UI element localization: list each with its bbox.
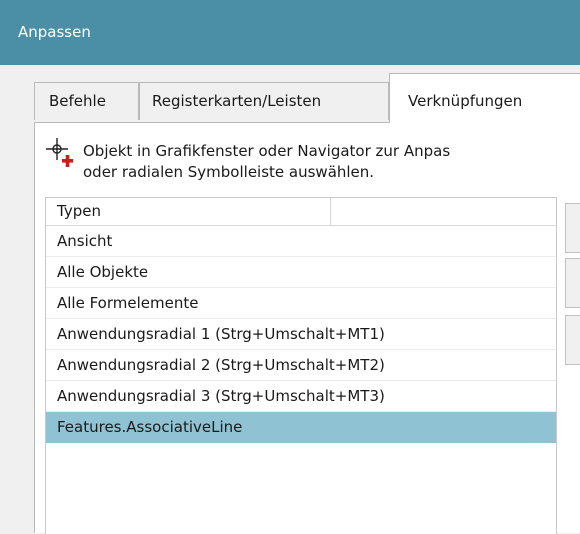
window-title: Anpassen xyxy=(18,23,91,41)
tab-label: Befehle xyxy=(49,92,106,110)
column-header-2[interactable] xyxy=(331,198,556,226)
list-item[interactable]: Alle Objekte xyxy=(46,257,556,288)
hint-line-1: Objekt in Grafikfenster oder Navigator z… xyxy=(83,142,451,160)
select-cursor-icon xyxy=(46,138,73,167)
side-button-2[interactable] xyxy=(565,258,580,308)
side-button-3[interactable] xyxy=(565,315,580,365)
list-item-selected[interactable]: Features.AssociativeLine xyxy=(46,412,556,443)
column-header-typen[interactable]: Typen xyxy=(46,198,331,226)
tab-verknuepfungen[interactable]: Verknüpfungen xyxy=(389,73,580,123)
hint-line-2: oder radialen Symbolleiste auswählen. xyxy=(83,163,375,181)
tab-label: Registerkarten/Leisten xyxy=(152,92,322,110)
list-item[interactable]: Ansicht xyxy=(46,226,556,257)
list-item[interactable]: Alle Formelemente xyxy=(46,288,556,319)
list-item[interactable]: Anwendungsradial 2 (Strg+Umschalt+MT2) xyxy=(46,350,556,381)
tab-bar: Befehle Registerkarten/Leisten Verknüpfu… xyxy=(0,65,580,123)
list-item[interactable]: Anwendungsradial 1 (Strg+Umschalt+MT1) xyxy=(46,319,556,350)
list-header: Typen xyxy=(46,198,556,226)
window-titlebar: Anpassen xyxy=(0,0,580,65)
tab-label: Verknüpfungen xyxy=(408,92,523,110)
side-button-1[interactable] xyxy=(565,203,580,253)
tab-befehle[interactable]: Befehle xyxy=(34,82,139,120)
tab-registerkarten-leisten[interactable]: Registerkarten/Leisten xyxy=(139,82,389,120)
list-item[interactable]: Anwendungsradial 3 (Strg+Umschalt+MT3) xyxy=(46,381,556,412)
hint-text: Objekt in Grafikfenster oder Navigator z… xyxy=(83,141,580,183)
types-list: Typen Ansicht Alle Objekte Alle Formelem… xyxy=(45,197,557,534)
tab-panel-verknuepfungen: Objekt in Grafikfenster oder Navigator z… xyxy=(34,122,580,534)
selection-hint: Objekt in Grafikfenster oder Navigator z… xyxy=(43,135,580,195)
